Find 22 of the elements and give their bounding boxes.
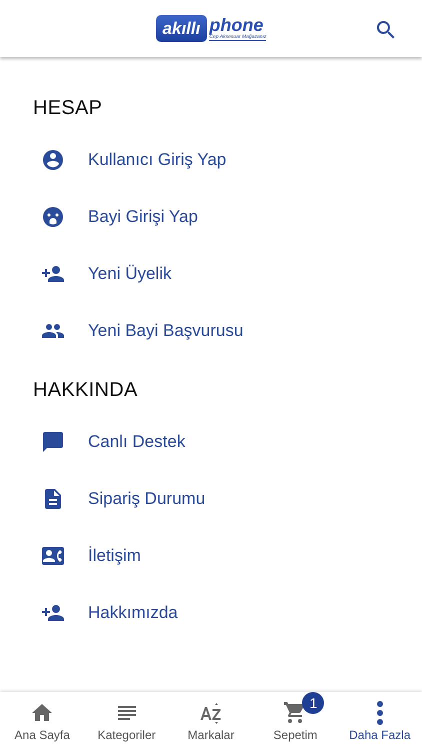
nav-tab[interactable]: Kategoriler (84, 692, 169, 750)
menu-item[interactable]: Kullanıcı Giriş Yap (33, 131, 226, 188)
menu-item[interactable]: Hakkımızda (33, 584, 178, 641)
menu-item[interactable]: İletişim (33, 527, 141, 584)
menu-item[interactable]: Sipariş Durumu (33, 470, 206, 527)
menu-item[interactable]: Yeni Üyelik (33, 245, 172, 302)
menu-item[interactable]: Canlı Destek (33, 413, 186, 470)
more-icon (376, 700, 383, 724)
face-icon (41, 204, 65, 228)
section-heading: HESAP (33, 97, 104, 121)
nav-tab[interactable]: Daha Fazla (338, 692, 422, 750)
section-heading: HAKKINDA (33, 379, 139, 403)
menu-item[interactable]: Bayi Girişi Yap (33, 188, 198, 245)
logo-badge: akıllı (156, 15, 208, 42)
nav-tab[interactable]: Markalar (168, 692, 254, 750)
chat-bubble-icon (41, 430, 65, 454)
a-z-icon (199, 700, 224, 724)
nav-tab[interactable]: 1 Sepetim (253, 692, 338, 750)
nav-tab[interactable]: Ana Sayfa (0, 692, 84, 750)
menu-item[interactable]: Yeni Bayi Başvurusu (33, 302, 244, 359)
logo-wordmark: phone (209, 16, 264, 34)
cart-count-badge: 1 (302, 692, 324, 714)
